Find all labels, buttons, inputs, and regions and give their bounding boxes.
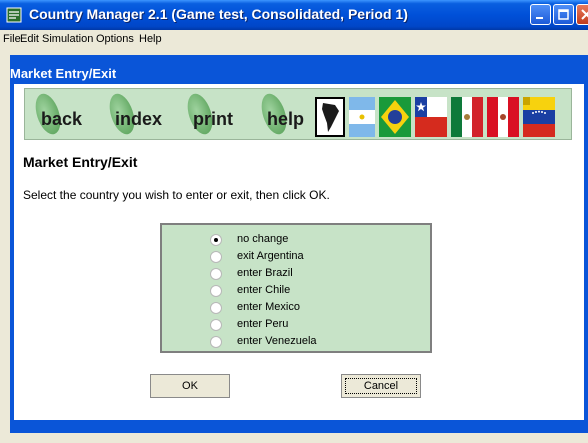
cancel-button[interactable]: Cancel	[341, 374, 421, 398]
argentina-flag-icon[interactable]	[349, 97, 375, 137]
brazil-flag-icon[interactable]	[379, 97, 411, 137]
minimize-button[interactable]	[530, 4, 551, 25]
instruction-text: Select the country you wish to enter or …	[23, 188, 330, 202]
dialog-title: Market Entry/Exit	[10, 66, 117, 81]
menu-options[interactable]: Options	[96, 33, 134, 45]
app-icon	[6, 7, 22, 23]
option-label: enter Mexico	[237, 301, 300, 313]
option-label: enter Brazil	[237, 267, 293, 279]
option-label: exit Argentina	[237, 250, 304, 262]
back-button[interactable]: back	[31, 89, 101, 139]
menu-edit[interactable]: Edit	[20, 33, 39, 45]
print-button[interactable]: print	[183, 89, 253, 139]
menu-help[interactable]: Help	[139, 33, 162, 45]
maximize-icon	[558, 9, 569, 20]
menu-file[interactable]: File	[3, 33, 21, 45]
chile-flag-icon[interactable]	[415, 97, 447, 137]
radio-button[interactable]	[210, 319, 222, 331]
menu-bar: File Edit Simulation Options Help	[0, 30, 588, 49]
option-label: enter Chile	[237, 284, 291, 296]
section-title: Market Entry/Exit	[23, 154, 138, 170]
peru-flag-icon[interactable]	[487, 97, 519, 137]
south-america-map-icon[interactable]	[315, 97, 345, 137]
radio-button[interactable]	[210, 336, 222, 348]
help-label: help	[267, 109, 305, 129]
close-button[interactable]	[576, 4, 588, 25]
index-button[interactable]: index	[105, 89, 175, 139]
menu-simulation[interactable]: Simulation	[42, 33, 93, 45]
option-label: no change	[237, 233, 289, 245]
title-bar[interactable]: Country Manager 2.1 (Game test, Consolid…	[0, 0, 588, 30]
close-icon	[581, 9, 588, 20]
country-options-group: no change exit Argentina enter Brazil en…	[160, 223, 432, 353]
radio-button[interactable]	[210, 285, 222, 297]
radio-button[interactable]	[210, 268, 222, 280]
window-title: Country Manager 2.1 (Game test, Consolid…	[29, 6, 408, 22]
cancel-label: Cancel	[345, 378, 417, 394]
minimize-icon	[536, 17, 543, 19]
ok-button[interactable]: OK	[150, 374, 230, 398]
option-label: enter Venezuela	[237, 335, 317, 347]
index-label: index	[115, 109, 163, 129]
nav-toolbar: back index print help	[24, 88, 572, 140]
radio-button[interactable]	[210, 234, 222, 246]
back-label: back	[41, 109, 83, 129]
option-label: enter Peru	[237, 318, 289, 330]
radio-button[interactable]	[210, 251, 222, 263]
radio-button[interactable]	[210, 302, 222, 314]
print-label: print	[193, 109, 233, 129]
maximize-button[interactable]	[553, 4, 574, 25]
mexico-flag-icon[interactable]	[451, 97, 483, 137]
venezuela-flag-icon[interactable]	[523, 97, 555, 137]
